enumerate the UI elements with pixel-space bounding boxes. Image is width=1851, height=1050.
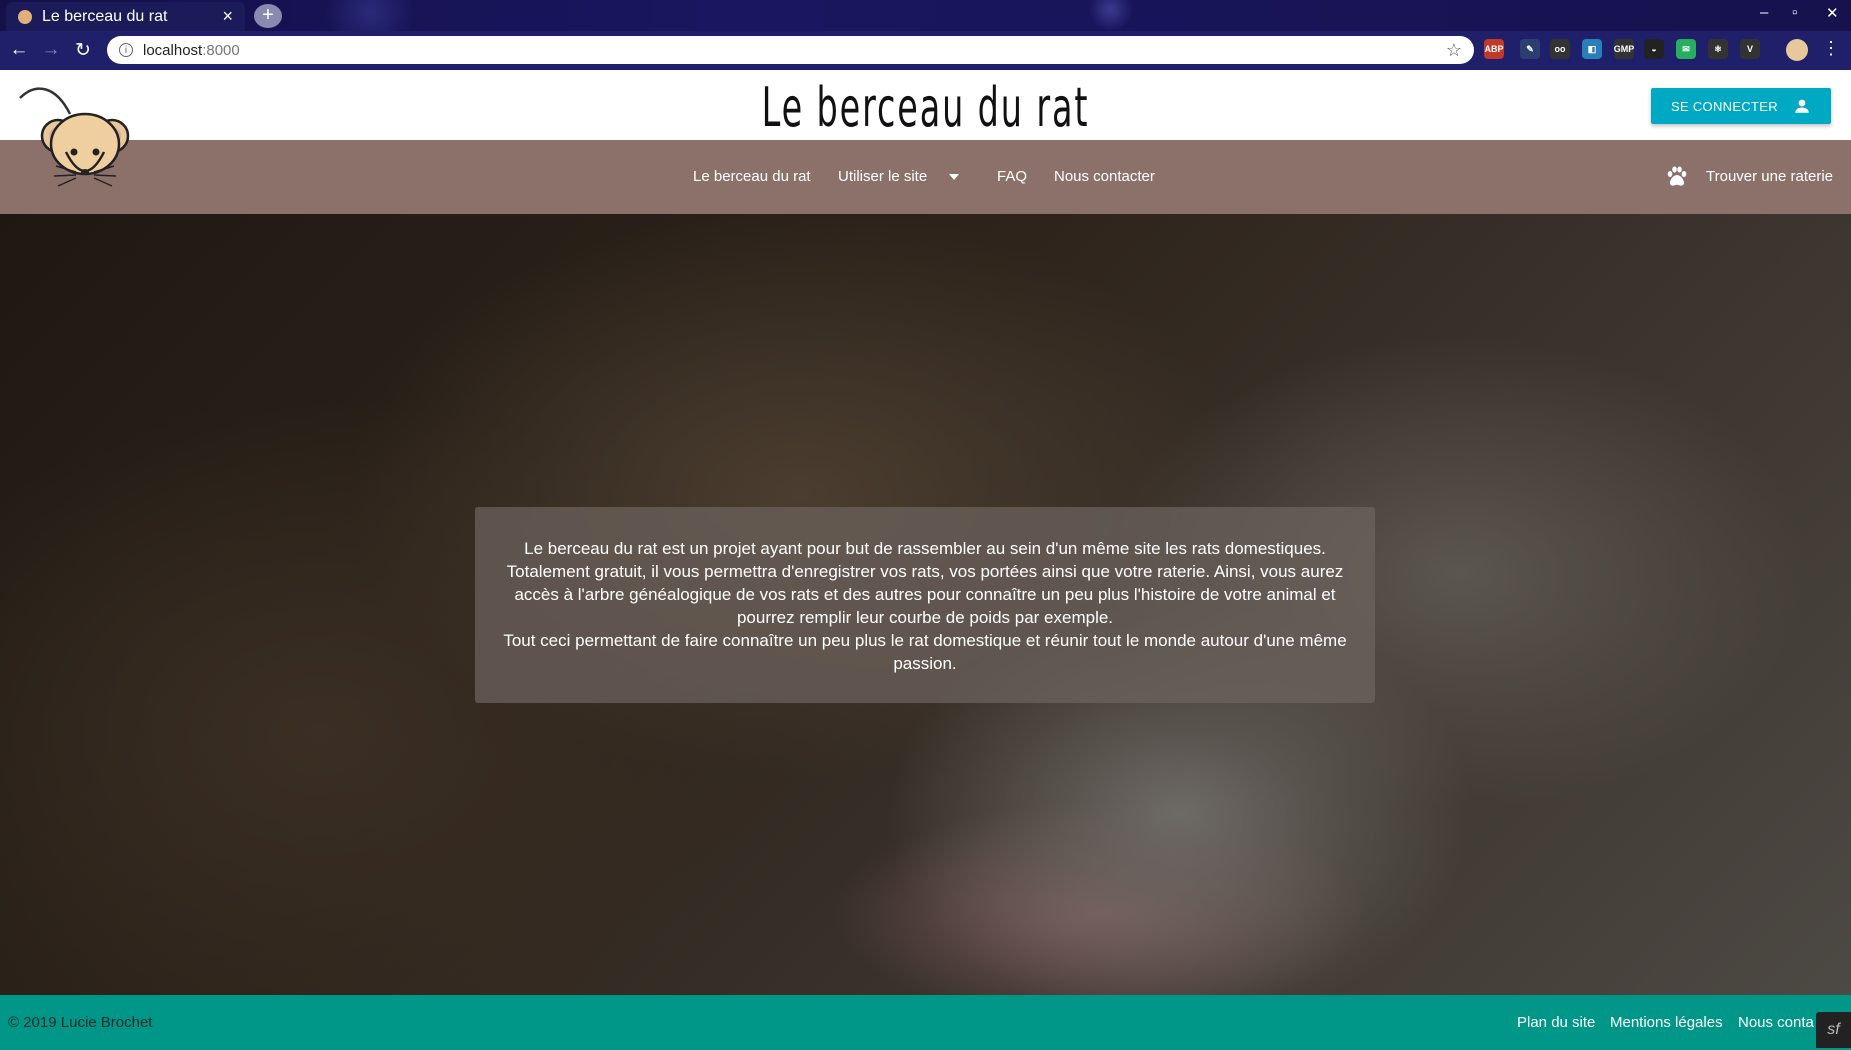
intro-paragraph: Le berceau du rat est un projet ayant po… (506, 539, 1344, 627)
tab-title: Le berceau du rat (42, 7, 168, 25)
browser-toolbar: ← → ↻ i localhost:8000 ☆ ABP ✎ oo ◧ GMP ◒ ✉ ⚛ V … (0, 31, 1851, 70)
glasses-extension-icon[interactable]: oo (1550, 39, 1570, 59)
url-port: :8000 (202, 41, 240, 59)
react-extension-icon[interactable]: ⚛ (1708, 39, 1728, 59)
new-tab-button[interactable]: + (254, 4, 282, 28)
maximize-icon[interactable]: ▫ (1792, 4, 1797, 21)
site-info-icon[interactable]: i (119, 43, 133, 57)
browser-tab[interactable]: Le berceau du rat × (6, 2, 245, 31)
nav-item-use-site[interactable]: Utiliser le site (838, 168, 960, 185)
login-button[interactable]: SE CONNECTER (1651, 88, 1831, 124)
reload-icon[interactable]: ↻ (72, 39, 94, 62)
mail-extension-icon[interactable]: ✉ (1676, 39, 1696, 59)
site-title: Le berceau du rat (761, 76, 1090, 139)
footer-link-legal[interactable]: Mentions légales (1610, 1014, 1723, 1031)
site-footer: © 2019 Lucie Brochet Plan du site Mentio… (0, 995, 1851, 1050)
pen-extension-icon[interactable]: ✎ (1520, 39, 1540, 59)
intro-paragraph-2: Tout ceci permettant de faire connaître … (503, 631, 1347, 673)
forward-icon[interactable]: → (40, 39, 62, 61)
abp-extension-icon[interactable]: ABP (1484, 39, 1504, 59)
site-header: Le berceau du rat SE CONNECTER (0, 70, 1851, 140)
browser-menu-icon[interactable]: ⋮ (1822, 38, 1840, 59)
caret-down-icon (949, 174, 960, 181)
browser-tab-bar: Le berceau du rat × + – ▫ ✕ (0, 0, 1851, 31)
copyright: © 2019 Lucie Brochet (8, 1014, 153, 1031)
minimize-icon[interactable]: – (1760, 4, 1768, 21)
address-bar[interactable]: i localhost:8000 ☆ (107, 36, 1474, 64)
gmp-extension-icon[interactable]: GMP (1614, 39, 1634, 59)
square-extension-icon[interactable]: ◧ (1582, 39, 1602, 59)
footer-link-contact[interactable]: Nous conta (1738, 1014, 1814, 1031)
nav-item-use-site-label: Utiliser le site (838, 168, 928, 185)
hero-image: Le berceau du rat est un projet ayant po… (0, 214, 1851, 995)
intro-card: Le berceau du rat est un projet ayant po… (475, 507, 1375, 703)
footer-link-sitemap[interactable]: Plan du site (1517, 1014, 1595, 1031)
site-favicon-icon (18, 9, 32, 24)
user-icon (1795, 99, 1809, 113)
profile-avatar[interactable] (1786, 39, 1808, 61)
mask-extension-icon[interactable]: ◒ (1644, 39, 1664, 59)
paw-icon (1667, 166, 1687, 186)
nav-item-home[interactable]: Le berceau du rat (693, 168, 811, 185)
tab-close-icon[interactable]: × (222, 6, 233, 27)
rat-logo[interactable] (16, 80, 132, 192)
back-icon[interactable]: ← (8, 39, 30, 61)
nav-item-contact[interactable]: Nous contacter (1054, 168, 1155, 185)
close-window-icon[interactable]: ✕ (1826, 4, 1839, 22)
find-raterie-link[interactable]: Trouver une raterie (1706, 168, 1833, 185)
url-host: localhost (143, 41, 203, 59)
symfony-toolbar-icon[interactable]: sf (1816, 1012, 1851, 1048)
login-button-label: SE CONNECTER (1671, 98, 1778, 114)
vue-extension-icon[interactable]: V (1740, 39, 1760, 59)
main-nav: Le berceau du rat Utiliser le site FAQ N… (0, 140, 1851, 214)
bookmark-star-icon[interactable]: ☆ (1446, 40, 1462, 61)
nav-item-faq[interactable]: FAQ (997, 168, 1027, 185)
